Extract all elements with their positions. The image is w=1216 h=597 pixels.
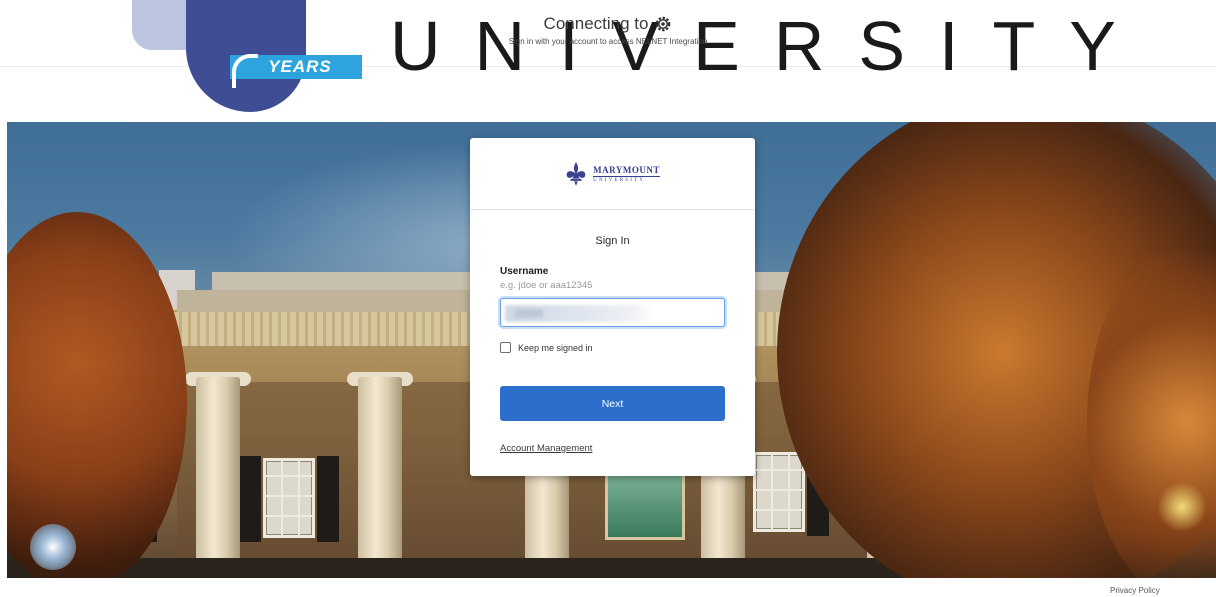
brand-wordmark: MARYMOUNT UNIVERSITY xyxy=(593,165,660,183)
university-header: YEARS U N I V E R S I T Y Connecting to … xyxy=(0,0,1216,122)
logo-ribbon-text: YEARS xyxy=(268,57,332,76)
building-column xyxy=(196,377,240,578)
wordmark-letter: S xyxy=(858,7,906,85)
connecting-title: Connecting to xyxy=(544,14,673,34)
gear-icon xyxy=(656,16,671,32)
sign-in-heading: Sign In xyxy=(595,235,630,247)
wordmark-letter: R xyxy=(773,7,825,85)
keep-signed-in-checkbox[interactable] xyxy=(500,342,511,353)
connecting-text: Connecting to xyxy=(543,14,649,33)
username-label: Username xyxy=(500,266,549,277)
wordmark-letter: U xyxy=(390,7,441,85)
brand-name: MARYMOUNT xyxy=(593,164,660,177)
building-window xyxy=(753,452,805,532)
account-management-link[interactable]: Account Management xyxy=(500,443,592,454)
wordmark-letter: T xyxy=(992,7,1036,85)
next-button[interactable]: Next xyxy=(500,386,725,421)
fleur-de-lis-icon xyxy=(566,161,586,186)
connecting-banner: Connecting to Sign in with your account … xyxy=(470,14,746,46)
redacted-username-detail xyxy=(515,309,543,318)
help-chat-icon[interactable] xyxy=(30,524,76,570)
username-field[interactable] xyxy=(500,298,725,327)
lit-doorway xyxy=(605,466,685,540)
brand-subtitle: UNIVERSITY xyxy=(593,177,646,183)
wordmark-letter: I xyxy=(939,7,959,85)
window-shutter xyxy=(239,456,261,542)
autumn-tree-left xyxy=(7,212,187,578)
building-column xyxy=(358,377,402,578)
connecting-subtitle: Sign in with your account to access NELN… xyxy=(508,37,708,46)
window-shutter xyxy=(317,456,339,542)
privacy-policy-link[interactable]: Privacy Policy xyxy=(1110,586,1160,595)
sign-in-card: MARYMOUNT UNIVERSITY Sign In Username e.… xyxy=(470,138,755,476)
sign-in-form: Sign In Username e.g. jdoe or aaa12345 K… xyxy=(470,235,755,456)
card-brand-header: MARYMOUNT UNIVERSITY xyxy=(470,138,755,210)
keep-signed-in-row[interactable]: Keep me signed in xyxy=(500,342,725,353)
logo-curl-icon xyxy=(232,54,258,88)
lamp-glow xyxy=(1157,482,1207,532)
username-hint: e.g. jdoe or aaa12345 xyxy=(500,280,593,291)
wordmark-letter: Y xyxy=(1069,7,1116,85)
building-window xyxy=(263,458,315,538)
keep-signed-in-label[interactable]: Keep me signed in xyxy=(518,343,593,353)
